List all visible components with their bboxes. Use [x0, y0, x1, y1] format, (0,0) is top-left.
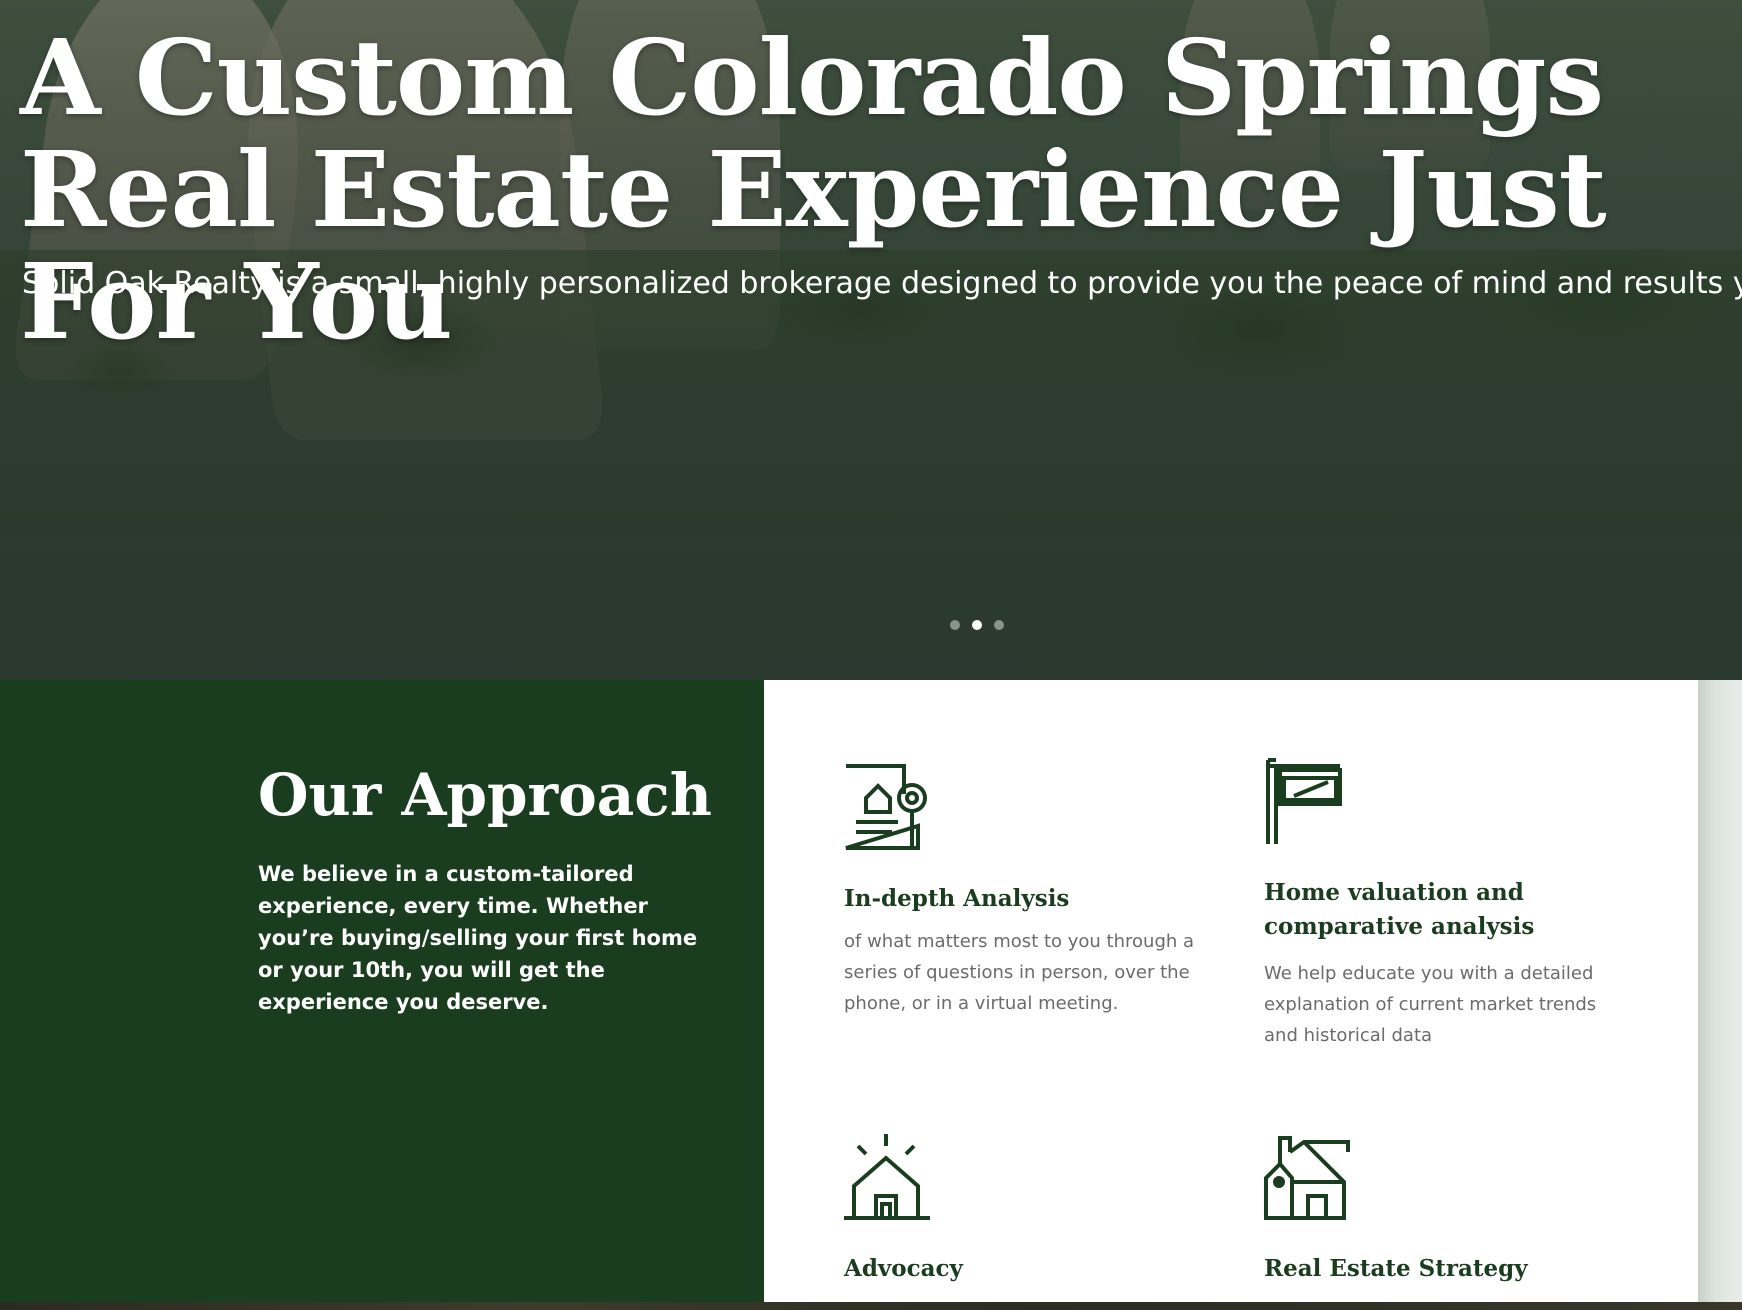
hero-subtitle: Solid Oak Realty is a small, highly pers… — [22, 266, 1742, 301]
feature-text: We help educate you with a detailed expl… — [1264, 963, 1597, 1046]
feature-title: Home valuation and comparative analysis — [1264, 879, 1535, 940]
house-shine-icon — [844, 1134, 930, 1220]
feature-text: of what matters most to you through a se… — [844, 931, 1195, 1014]
house-tag-icon — [1264, 1136, 1350, 1220]
feature-title: Advocacy — [844, 1255, 963, 1282]
hero-title: A Custom Colorado Springs Real Estate Ex… — [20, 16, 1607, 363]
approach-description: We believe in a custom-tailored experien… — [258, 862, 698, 1014]
slider-dot-1[interactable] — [950, 620, 960, 630]
approach-intro-panel: Our Approach We believe in a custom-tail… — [0, 680, 764, 1302]
slider-dot-3[interactable] — [994, 620, 1004, 630]
feature-title: In-depth Analysis — [844, 885, 1070, 912]
feature-in-depth-analysis: In-depth Analysis of what matters most t… — [844, 762, 1204, 1019]
feature-home-valuation: Home valuation and comparative analysis … — [1264, 758, 1604, 1051]
hero-section: A Custom Colorado Springs Real Estate Ex… — [0, 0, 1742, 680]
feature-title: Real Estate Strategy — [1264, 1255, 1528, 1282]
house-document-search-icon — [845, 764, 927, 850]
next-section-peek — [0, 1302, 1742, 1310]
approach-title: Our Approach — [258, 761, 712, 829]
feature-real-estate-strategy: Real Estate Strategy — [1264, 1132, 1624, 1286]
slider-dot-2[interactable] — [972, 620, 982, 630]
slider-dots — [950, 620, 1004, 630]
right-edge-panel — [1698, 680, 1742, 1302]
feature-advocacy: Advocacy — [844, 1132, 1204, 1286]
approach-features-panel: In-depth Analysis of what matters most t… — [764, 680, 1698, 1302]
for-sale-sign-icon — [1266, 758, 1342, 844]
